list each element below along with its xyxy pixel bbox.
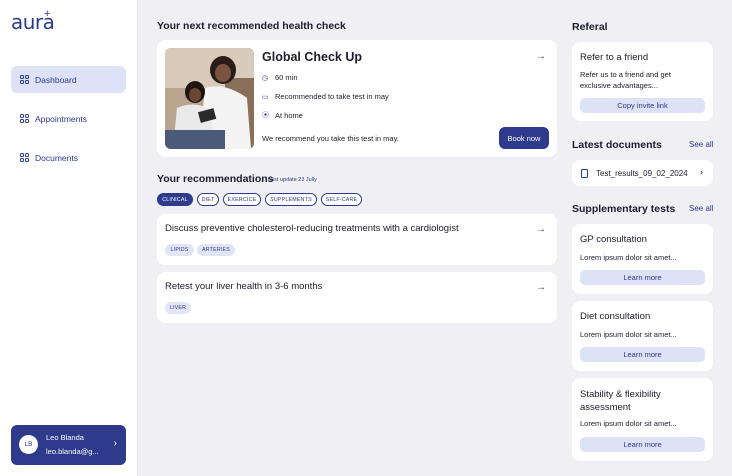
tag-lipids: LIPIDS bbox=[165, 244, 194, 256]
referral-card: Refer to a friend Refer us to a friend a… bbox=[572, 42, 713, 121]
sidebar-item-documents[interactable]: Documents bbox=[11, 144, 126, 171]
supplementary-test-card: Diet consultation Lorem ipsum dolor sit … bbox=[572, 301, 713, 371]
book-now-button[interactable]: Book now bbox=[499, 127, 549, 149]
user-name: Leo Blanda bbox=[46, 433, 84, 442]
sidebar: aura + Dashboard Appointments Documents … bbox=[0, 0, 138, 476]
sidebar-item-appointments[interactable]: Appointments bbox=[11, 105, 126, 132]
grid-icon bbox=[20, 114, 29, 123]
referral-text: Refer us to a friend and get exclusive a… bbox=[580, 70, 671, 90]
tag-liver: LIVER bbox=[165, 302, 191, 314]
supplementary-test-text: Lorem ipsum dolor sit amet... bbox=[580, 330, 677, 339]
supplementary-test-card: GP consultation Lorem ipsum dolor sit am… bbox=[572, 224, 713, 294]
logo-mark: + bbox=[44, 8, 51, 20]
recommendation-title: Retest your liver health in 3-6 months bbox=[165, 281, 323, 292]
recommendation-card[interactable]: Retest your liver health in 3-6 months →… bbox=[157, 272, 557, 323]
recommendation-card[interactable]: Discuss preventive cholesterol-reducing … bbox=[157, 214, 557, 265]
document-name: Test_results_09_02_2024 bbox=[596, 169, 688, 178]
supplementary-test-text: Lorem ipsum dolor sit amet... bbox=[580, 419, 677, 428]
health-check-section-title: Your next recommended health check bbox=[157, 20, 346, 32]
supplementary-test-text: Lorem ipsum dolor sit amet... bbox=[580, 253, 677, 262]
learn-more-button[interactable]: Learn more bbox=[580, 437, 705, 452]
recommendation-line: ▭ Recommended to take test in may bbox=[262, 92, 389, 101]
sidebar-item-label: Dashboard bbox=[35, 74, 77, 85]
documents-see-all-link[interactable]: See all bbox=[689, 140, 713, 149]
documents-section-title: Latest documents bbox=[572, 139, 662, 151]
location-text: At home bbox=[275, 110, 303, 120]
user-profile-card[interactable]: LB Leo Blanda leo.blanda@g... › bbox=[11, 425, 126, 465]
sidebar-item-label: Documents bbox=[35, 152, 78, 163]
supplementary-section-title: Supplementary tests bbox=[572, 203, 676, 215]
sidebar-item-label: Appointments bbox=[35, 113, 87, 124]
document-item[interactable]: Test_results_09_02_2024 › bbox=[572, 160, 713, 186]
supplementary-see-all-link[interactable]: See all bbox=[689, 204, 713, 213]
health-check-note: We recommend you take this test in may. bbox=[262, 134, 399, 143]
health-check-card: Global Check Up → ◷ 60 min ▭ Recommended… bbox=[157, 40, 557, 157]
referral-section-title: Referal bbox=[572, 21, 608, 33]
supplementary-test-title: Diet consultation bbox=[580, 311, 651, 322]
calendar-icon: ▭ bbox=[262, 93, 269, 101]
grid-icon bbox=[20, 153, 29, 162]
avatar: LB bbox=[19, 435, 38, 454]
sidebar-item-dashboard[interactable]: Dashboard bbox=[11, 66, 126, 93]
learn-more-button[interactable]: Learn more bbox=[580, 347, 705, 362]
supplementary-test-title: Stability & flexibility assessment bbox=[580, 389, 661, 413]
document-icon bbox=[581, 169, 588, 178]
duration-line: ◷ 60 min bbox=[262, 73, 298, 82]
referral-card-title: Refer to a friend bbox=[580, 52, 649, 63]
filter-chip-supplements[interactable]: SUPPLEMENTS bbox=[265, 193, 317, 206]
last-update-text: Last update 23 Jully bbox=[268, 177, 317, 183]
chevron-right-icon: › bbox=[700, 167, 703, 177]
arrow-right-icon[interactable]: → bbox=[536, 224, 546, 235]
recommendation-title: Discuss preventive cholesterol-reducing … bbox=[165, 223, 459, 234]
recommendation-text: Recommended to take test in may bbox=[275, 92, 389, 101]
filter-chip-clinical[interactable]: CLINICAL bbox=[157, 193, 193, 206]
arrow-right-icon[interactable]: → bbox=[536, 51, 546, 62]
user-email: leo.blanda@g... bbox=[46, 447, 99, 456]
copy-invite-link-button[interactable]: Copy invite link bbox=[580, 98, 705, 113]
filter-chip-self-care[interactable]: SELF-CARE bbox=[321, 193, 362, 206]
supplementary-test-title: GP consultation bbox=[580, 234, 647, 245]
filter-chip-exercice[interactable]: EXERCICE bbox=[223, 193, 261, 206]
supplementary-test-card: Stability & flexibility assessment Lorem… bbox=[572, 378, 713, 461]
learn-more-button[interactable]: Learn more bbox=[580, 270, 705, 285]
chevron-right-icon: › bbox=[113, 438, 117, 449]
health-check-title: Global Check Up bbox=[262, 50, 363, 64]
filter-chip-diet[interactable]: DIET bbox=[197, 193, 219, 206]
tag-arteries: ARTERIES bbox=[197, 244, 235, 256]
duration-text: 60 min bbox=[275, 73, 298, 82]
recommendations-section-title: Your recommendations bbox=[157, 173, 274, 185]
grid-icon bbox=[20, 75, 29, 84]
arrow-right-icon[interactable]: → bbox=[536, 282, 546, 293]
health-check-photo bbox=[165, 48, 254, 149]
clock-icon: ◷ bbox=[262, 74, 269, 82]
location-line: ⦿ At home bbox=[262, 110, 303, 120]
location-pin-icon: ⦿ bbox=[262, 112, 269, 119]
